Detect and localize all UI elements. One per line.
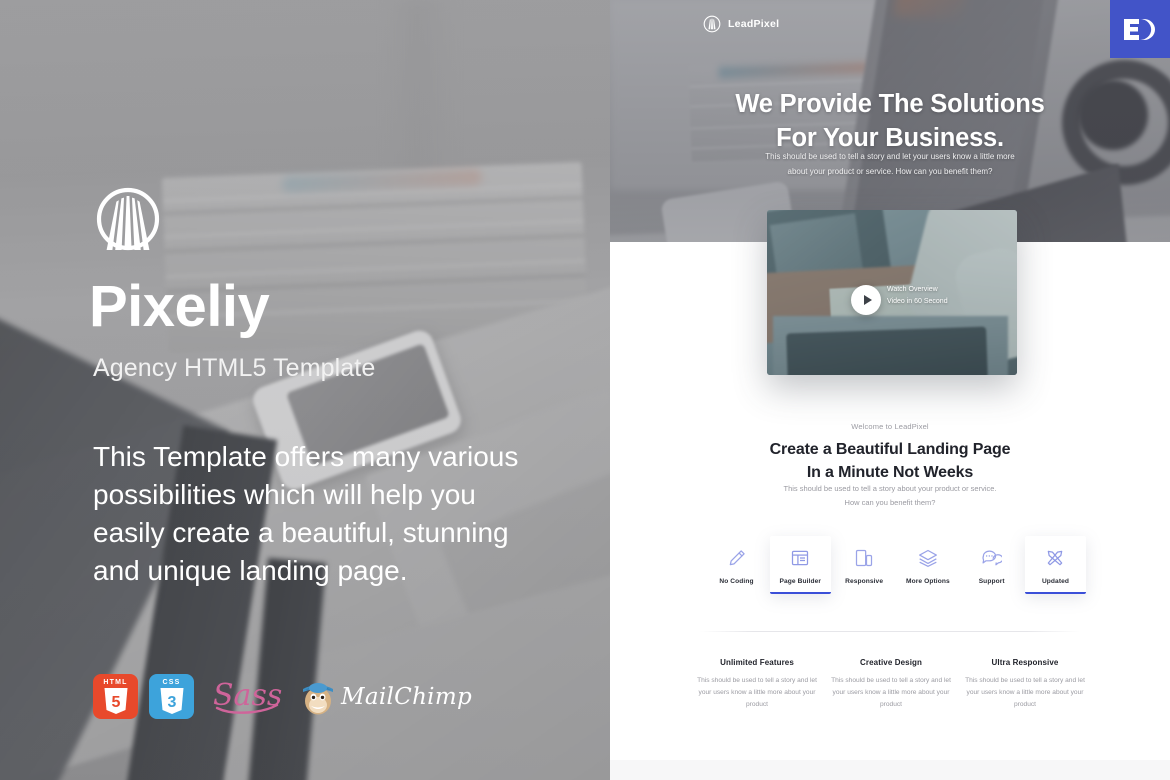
- ed-corner-badge: [1110, 0, 1170, 58]
- hero-subtitle-line1: This should be used to tell a story and …: [765, 152, 1015, 161]
- css3-badge-label: CSS: [162, 679, 181, 686]
- play-icon: [863, 295, 872, 305]
- feature-tab-support[interactable]: Support: [961, 536, 1022, 594]
- html5-badge: HTML 5: [93, 674, 138, 719]
- brand-logo[interactable]: LeadPixel: [703, 15, 779, 33]
- hero-heading-line1: We Provide The Solutions: [735, 90, 1045, 118]
- play-button[interactable]: [851, 285, 881, 315]
- column-title: Ultra Responsive: [991, 658, 1059, 667]
- left-showcase-panel: Pixeliy Agency HTML5 Template This Templ…: [0, 0, 610, 780]
- css3-badge: CSS 3: [149, 674, 194, 719]
- video-caption-line2: Video in 60 Second: [887, 297, 948, 305]
- feature-column: Creative Design This should be used to t…: [830, 658, 952, 712]
- video-caption-line1: Watch Overview: [887, 286, 938, 293]
- page-title: Pixeliy: [89, 274, 270, 339]
- feature-tab-page-builder[interactable]: Page Builder: [769, 536, 831, 594]
- chat-bubbles-icon: [963, 545, 1020, 571]
- layout-builder-icon: [772, 545, 829, 571]
- column-title: Creative Design: [860, 658, 922, 667]
- feature-tab-responsive[interactable]: Responsive: [834, 536, 895, 594]
- hero-heading: We Provide The Solutions For Your Busine…: [610, 88, 1170, 156]
- feature-columns-row: Unlimited Features This should be used t…: [696, 658, 1086, 712]
- ed-monogram-icon: [1124, 19, 1155, 40]
- feature-tab-more-options[interactable]: More Options: [897, 536, 958, 594]
- welcome-subtitle-line2: How can you benefit them?: [844, 497, 936, 507]
- leadpixel-circle-logo-icon: [703, 15, 721, 33]
- video-preview-card[interactable]: Watch Overview Video in 60 Second: [767, 210, 1017, 375]
- welcome-heading: Create a Beautiful Landing Page In a Min…: [610, 438, 1170, 484]
- feature-label: No Coding: [719, 578, 754, 585]
- pencil-icon: [708, 545, 765, 571]
- css3-shield-icon: 3: [160, 688, 183, 714]
- footer-band: [610, 760, 1170, 780]
- welcome-subtitle: This should be used to tell a story abou…: [720, 482, 1060, 510]
- hero-subtitle-line2: about your product or service. How can y…: [787, 166, 993, 176]
- pixeliy-logo-icon: [96, 187, 160, 251]
- brand-name-label: LeadPixel: [728, 18, 780, 30]
- feature-column: Unlimited Features This should be used t…: [696, 658, 818, 712]
- hero-subtitle: This should be used to tell a story and …: [765, 150, 1015, 180]
- tech-badges-row: HTML 5 CSS 3 Sass MailChimp: [93, 672, 472, 721]
- welcome-subtitle-line1: This should be used to tell a story abou…: [783, 484, 997, 493]
- mailchimp-monkey-icon: [303, 682, 333, 714]
- feature-label: Updated: [1041, 578, 1070, 585]
- page-subtitle: Agency HTML5 Template: [93, 354, 376, 382]
- svg-text:3: 3: [167, 694, 176, 711]
- welcome-heading-line2: In a Minute Not Weeks: [806, 464, 974, 482]
- feature-tab-no-coding[interactable]: No Coding: [706, 536, 767, 594]
- ruler-pencil-icon: [1027, 545, 1084, 571]
- feature-label: Responsive: [845, 578, 884, 585]
- html5-shield-icon: 5: [104, 688, 127, 714]
- column-title: Unlimited Features: [720, 658, 794, 667]
- section-divider: [700, 631, 1080, 632]
- feature-column: Ultra Responsive This should be used to …: [964, 658, 1086, 712]
- welcome-eyebrow: Welcome to LeadPixel: [851, 422, 929, 431]
- page-description: This Template offers many various possib…: [93, 441, 519, 586]
- welcome-heading-line1: Create a Beautiful Landing Page: [769, 441, 1011, 458]
- svg-text:5: 5: [111, 694, 120, 711]
- layers-icon: [899, 545, 956, 571]
- sass-badge: Sass: [211, 672, 283, 721]
- feature-label: More Options: [906, 578, 950, 585]
- column-text: This should be used to tell a story and …: [965, 677, 1085, 709]
- right-preview-panel: LeadPixel We Provide The Solutions For Y…: [610, 0, 1170, 780]
- feature-tab-updated[interactable]: Updated: [1024, 536, 1086, 594]
- mailchimp-label: MailChimp: [341, 683, 472, 710]
- sass-script-icon: Sass: [213, 678, 282, 714]
- video-caption: Watch Overview Video in 60 Second: [887, 284, 997, 307]
- feature-label: Page Builder: [779, 578, 822, 585]
- column-text: This should be used to tell a story and …: [697, 677, 817, 709]
- feature-label: Support: [978, 578, 1005, 585]
- column-text: This should be used to tell a story and …: [831, 677, 951, 709]
- devices-icon: [836, 545, 893, 571]
- mailchimp-badge: MailChimp: [300, 678, 472, 716]
- html5-badge-label: HTML: [103, 679, 128, 686]
- features-row: No Coding Page Builder Responsive More O…: [706, 536, 1086, 594]
